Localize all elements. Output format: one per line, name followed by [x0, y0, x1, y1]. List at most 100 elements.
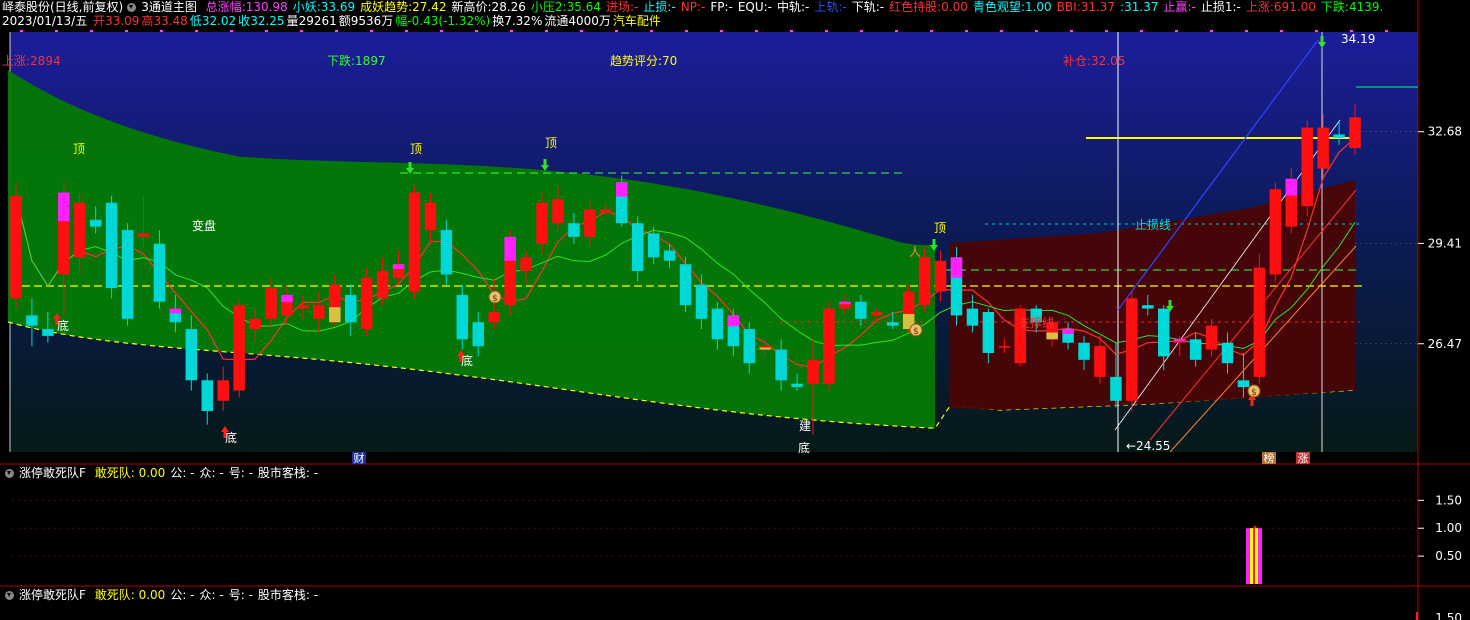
pane2-item-3: 号: - — [228, 466, 253, 480]
candle-body-50 — [807, 359, 819, 384]
candle-body-53 — [855, 301, 867, 319]
pane3-title[interactable]: 涨停敢死队F — [19, 588, 86, 602]
candle-body-22 — [360, 277, 373, 330]
pane2-item-0: 敢死队: 0.00 — [94, 466, 166, 480]
top-tick-2 — [90, 30, 93, 32]
trend-score-label: 趋势评分:70 — [610, 54, 677, 68]
top-tick-34 — [1210, 30, 1213, 32]
candle-accent-73 — [1173, 339, 1186, 342]
candle-body-21 — [344, 294, 357, 323]
candle-body-28 — [456, 294, 469, 340]
top-tick-27 — [965, 30, 968, 32]
candle-body-1 — [26, 315, 38, 326]
candle-body-14 — [233, 305, 245, 391]
candle-yellow-20 — [329, 307, 341, 323]
top-tick-30 — [1070, 30, 1073, 32]
candle-accent-59 — [950, 257, 963, 278]
top-tick-0 — [20, 30, 23, 32]
chart-canvas[interactable]: 上涨:2894 下跌:1897 趋势评分:70 补仓:32.05止损线支撑线变盘顶顶顶… — [0, 0, 1470, 620]
money-bag-symbol-0: $ — [492, 294, 498, 304]
candle-body-76 — [1221, 342, 1234, 364]
candle-body-42 — [679, 264, 692, 306]
top-tick-35 — [1245, 30, 1248, 32]
candle-body-15 — [249, 318, 261, 330]
money-bag-symbol-2: $ — [1251, 388, 1257, 398]
stop-loss-line-label: 止损线 — [1135, 218, 1171, 232]
candle-body-83 — [1333, 134, 1345, 138]
top-tick-29 — [1035, 30, 1038, 32]
pane2-tick-1: 1.00 — [1435, 521, 1462, 535]
candle-body-78 — [1253, 267, 1266, 377]
candle-body-46 — [743, 329, 756, 364]
candle-body-13 — [217, 380, 229, 401]
candle-body-49 — [791, 383, 803, 388]
top-tick-5 — [195, 30, 198, 32]
candle-body-9 — [153, 243, 166, 302]
candle-body-33 — [536, 202, 548, 244]
badge-b: 涨 — [1298, 452, 1309, 465]
top-tick-20 — [720, 30, 723, 32]
candle-accent-3 — [58, 192, 70, 222]
pane3-item-3: 号: - — [228, 588, 253, 602]
candle-body-62 — [998, 346, 1011, 348]
top-tick-36 — [1280, 30, 1283, 32]
top-tick-33 — [1175, 30, 1178, 32]
candle-yellow-65 — [1046, 332, 1058, 340]
candle-body-77 — [1237, 380, 1250, 388]
candle-accent-17 — [281, 294, 293, 303]
candle-accent-45 — [727, 315, 740, 327]
candle-body-69 — [1110, 376, 1122, 401]
candle-body-82 — [1317, 127, 1329, 169]
candle-accent-38 — [615, 182, 628, 197]
pane3-marker — [1416, 612, 1418, 620]
top-tick-24 — [860, 30, 863, 32]
add-position-label: 补仓:32.05 — [1063, 54, 1125, 68]
candle-body-41 — [663, 250, 676, 261]
pane2-dropdown-icon[interactable] — [5, 469, 14, 478]
candle-body-48 — [775, 349, 787, 381]
candle-body-36 — [584, 209, 596, 237]
pane2-title[interactable]: 涨停敢死队F — [19, 466, 86, 480]
candle-body-58 — [934, 260, 947, 292]
candle-accent-31 — [504, 236, 516, 261]
support-line-label: 支撑线 — [1018, 315, 1054, 330]
person-icon: 人 — [909, 245, 921, 259]
candle-accent-80 — [1285, 178, 1298, 196]
top-tick-25 — [895, 30, 898, 32]
high-price-label: 34.19 — [1341, 32, 1375, 46]
pane3-dropdown-icon[interactable] — [5, 591, 14, 600]
candle-body-55 — [886, 322, 899, 326]
candle-body-44 — [711, 308, 724, 340]
candle-body-37 — [600, 209, 612, 213]
top-tick-31 — [1105, 30, 1108, 32]
candle-body-5 — [89, 219, 102, 227]
top-tick-28 — [1000, 30, 1003, 32]
candle-body-81 — [1301, 127, 1313, 207]
up-count-label: 上涨:2894 — [2, 53, 61, 68]
candle-body-19 — [313, 305, 325, 319]
candle-body-51 — [823, 308, 835, 384]
candle-body-7 — [121, 230, 134, 319]
top-tick-6 — [230, 30, 233, 32]
candle-accent-24 — [392, 264, 405, 269]
candle-body-30 — [488, 312, 500, 323]
candle-body-67 — [1078, 342, 1090, 360]
candle-body-61 — [982, 312, 995, 353]
candle-body-27 — [440, 230, 453, 275]
pane2-item-1: 公: - — [170, 466, 195, 480]
pane3-title-row: 涨停敢死队F 敢死队: 0.00 公: - 众: - 号: - 股市客栈: - — [2, 588, 323, 602]
top-label-3: 顶 — [934, 221, 946, 235]
candle-accent-52 — [839, 301, 851, 305]
candle-body-23 — [376, 271, 389, 299]
top-tick-14 — [510, 30, 513, 32]
top-label-0: 顶 — [73, 142, 85, 156]
top-tick-3 — [125, 30, 128, 32]
change-label: 变盘 — [192, 218, 216, 233]
candle-body-0 — [10, 195, 22, 299]
candle-body-8 — [137, 233, 150, 237]
top-tick-17 — [615, 30, 618, 32]
top-tick-10 — [370, 30, 373, 32]
pane2-item-4: 股市客栈: - — [257, 466, 319, 480]
pane2-tick-0: 1.50 — [1435, 493, 1462, 507]
top-tick-38 — [1350, 30, 1353, 32]
